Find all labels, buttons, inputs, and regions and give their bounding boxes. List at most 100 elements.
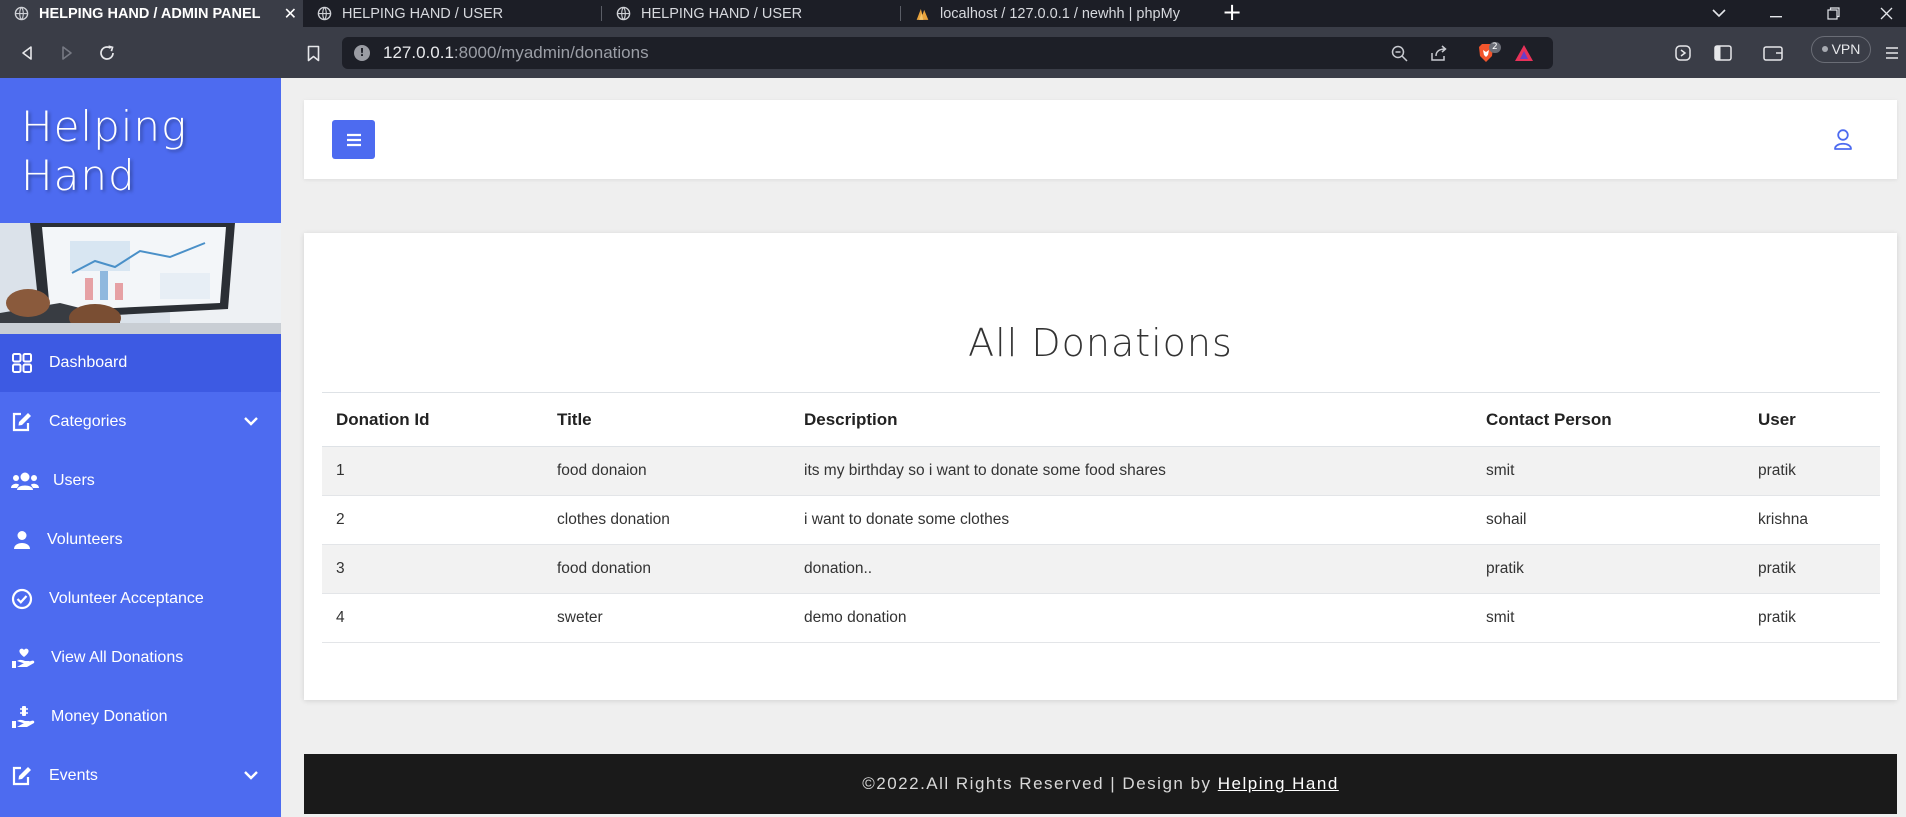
cell-contact-person: smit bbox=[1472, 593, 1744, 643]
edit-icon bbox=[11, 765, 33, 787]
tab-list-chevron-icon[interactable] bbox=[1699, 0, 1739, 27]
donations-table: Donation Id Title Description Contact Pe… bbox=[322, 392, 1880, 643]
zoom-icon[interactable] bbox=[1389, 44, 1409, 62]
column-header-description: Description bbox=[790, 392, 1472, 447]
sidebar-item-money-donation[interactable]: Money Donation bbox=[0, 688, 281, 746]
sidebar-item-label: Volunteer Acceptance bbox=[49, 590, 204, 607]
top-navbar bbox=[304, 100, 1897, 179]
brave-rewards-icon[interactable] bbox=[1513, 44, 1535, 62]
check-circle-icon bbox=[11, 588, 33, 610]
edit-icon bbox=[11, 411, 33, 433]
sidebar-item-users[interactable]: Users bbox=[0, 452, 281, 510]
footer-copyright: ©2022.All Rights Reserved | Design by bbox=[862, 774, 1212, 793]
browser-tab-user-2[interactable]: HELPING HAND / USER bbox=[602, 0, 898, 27]
column-header-title: Title bbox=[543, 392, 790, 447]
table-row: 2 clothes donation i want to donate some… bbox=[322, 495, 1880, 545]
user-profile-icon[interactable] bbox=[1832, 128, 1854, 150]
close-window-icon[interactable] bbox=[1866, 0, 1906, 27]
globe-icon bbox=[616, 6, 631, 21]
sidebar-item-label: Dashboard bbox=[49, 354, 128, 371]
browser-tab-phpmyadmin[interactable]: localhost / 127.0.0.1 / newhh | phpMy bbox=[901, 0, 1201, 27]
hand-holding-heart-icon bbox=[11, 647, 37, 669]
cell-user: pratik bbox=[1744, 544, 1880, 594]
vpn-button[interactable]: VPN bbox=[1811, 36, 1871, 63]
site-info-icon[interactable]: ! bbox=[354, 45, 370, 61]
cell-title: sweter bbox=[543, 593, 790, 643]
column-header-donation-id: Donation Id bbox=[322, 392, 543, 447]
cell-contact-person: pratik bbox=[1472, 544, 1744, 594]
cell-user: pratik bbox=[1744, 446, 1880, 496]
address-bar[interactable]: ! 127.0.0.1:8000/myadmin/donations 2 bbox=[342, 37, 1553, 69]
sidebar-item-events[interactable]: Events bbox=[0, 747, 281, 805]
cell-user: krishna bbox=[1744, 495, 1880, 545]
dashboard-icon bbox=[11, 352, 33, 374]
browser-toolbar: ! 127.0.0.1:8000/myadmin/donations 2 VPN bbox=[0, 27, 1906, 78]
column-header-user: User bbox=[1744, 392, 1880, 447]
sidebar-item-label: Categories bbox=[49, 413, 127, 430]
browser-tab-admin-panel[interactable]: HELPING HAND / ADMIN PANEL ✕ bbox=[0, 0, 303, 27]
sidebar-item-volunteer-acceptance[interactable]: Volunteer Acceptance bbox=[0, 570, 281, 628]
back-icon[interactable] bbox=[14, 40, 40, 66]
url-text[interactable]: 127.0.0.1:8000/myadmin/donations bbox=[383, 43, 649, 63]
restore-window-icon[interactable] bbox=[1813, 0, 1853, 27]
vpn-status-dot bbox=[1821, 46, 1828, 53]
cell-description: demo donation bbox=[790, 593, 1472, 643]
shield-badge: 2 bbox=[1489, 42, 1501, 53]
sidebar-item-volunteers[interactable]: Volunteers bbox=[0, 511, 281, 569]
column-header-contact-person: Contact Person bbox=[1472, 392, 1744, 447]
chevron-down-icon[interactable] bbox=[243, 767, 259, 785]
wallet-icon[interactable] bbox=[1760, 40, 1786, 66]
phpmyadmin-icon bbox=[915, 6, 930, 21]
table-row: 4 sweter demo donation smit pratik bbox=[322, 593, 1880, 643]
table-row: 3 food donation donation.. pratik pratik bbox=[322, 544, 1880, 594]
close-tab-icon[interactable]: ✕ bbox=[284, 4, 297, 24]
cell-donation-id: 3 bbox=[322, 544, 543, 594]
globe-icon bbox=[14, 6, 29, 21]
cell-contact-person: sohail bbox=[1472, 495, 1744, 545]
forward-icon[interactable] bbox=[54, 40, 80, 66]
cell-donation-id: 1 bbox=[322, 446, 543, 496]
cell-title: food donaion bbox=[543, 446, 790, 496]
table-row: 1 food donaion its my birthday so i want… bbox=[322, 446, 1880, 496]
leo-ai-icon[interactable] bbox=[1670, 40, 1696, 66]
cell-user: pratik bbox=[1744, 593, 1880, 643]
sidebar-toggle-button[interactable] bbox=[332, 120, 375, 159]
sidebar-item-label: Volunteers bbox=[47, 531, 123, 548]
reload-icon[interactable] bbox=[94, 40, 120, 66]
cell-title: clothes donation bbox=[543, 495, 790, 545]
chevron-down-icon[interactable] bbox=[243, 413, 259, 431]
hand-holding-money-icon bbox=[11, 706, 37, 728]
browser-tab-user[interactable]: HELPING HAND / USER bbox=[303, 0, 599, 27]
tab-title: HELPING HAND / USER bbox=[342, 5, 504, 22]
new-tab-button[interactable]: + bbox=[1218, 0, 1246, 27]
users-icon bbox=[11, 470, 39, 492]
sidebar-toggle-icon[interactable] bbox=[1710, 40, 1736, 66]
cell-title: food donation bbox=[543, 544, 790, 594]
footer-link-helping-hand[interactable]: Helping Hand bbox=[1218, 774, 1339, 793]
tab-title: localhost / 127.0.0.1 / newhh | phpMy bbox=[940, 5, 1180, 22]
cell-contact-person: smit bbox=[1472, 446, 1744, 496]
bookmark-icon[interactable] bbox=[300, 40, 326, 66]
hamburger-icon bbox=[346, 133, 361, 146]
user-icon bbox=[11, 529, 33, 551]
cell-description: donation.. bbox=[790, 544, 1472, 594]
brave-shield-icon[interactable]: 2 bbox=[1475, 42, 1501, 62]
sidebar-item-view-all-donations[interactable]: View All Donations bbox=[0, 629, 281, 687]
donations-card: All Donations Donation Id Title Descript… bbox=[304, 233, 1897, 700]
sidebar-item-label: Money Donation bbox=[51, 708, 168, 725]
sidebar-item-label: View All Donations bbox=[51, 649, 184, 666]
sidebar-item-label: Events bbox=[49, 767, 98, 784]
sidebar: Helping Hand Dashboard Categories Users … bbox=[0, 78, 281, 817]
cell-donation-id: 4 bbox=[322, 593, 543, 643]
sidebar-item-dashboard[interactable]: Dashboard bbox=[0, 334, 281, 392]
brand-logo[interactable]: Helping Hand bbox=[21, 102, 187, 200]
sidebar-item-label: Users bbox=[53, 472, 95, 489]
share-icon[interactable] bbox=[1429, 44, 1449, 62]
cell-description: i want to donate some clothes bbox=[790, 495, 1472, 545]
browser-tab-bar: HELPING HAND / ADMIN PANEL ✕ HELPING HAN… bbox=[0, 0, 1906, 27]
footer: ©2022.All Rights Reserved | Design by He… bbox=[304, 754, 1897, 814]
page-title: All Donations bbox=[968, 321, 1233, 365]
sidebar-item-categories[interactable]: Categories bbox=[0, 393, 281, 451]
browser-menu-icon[interactable] bbox=[1879, 40, 1905, 66]
minimize-window-icon[interactable] bbox=[1756, 0, 1796, 27]
